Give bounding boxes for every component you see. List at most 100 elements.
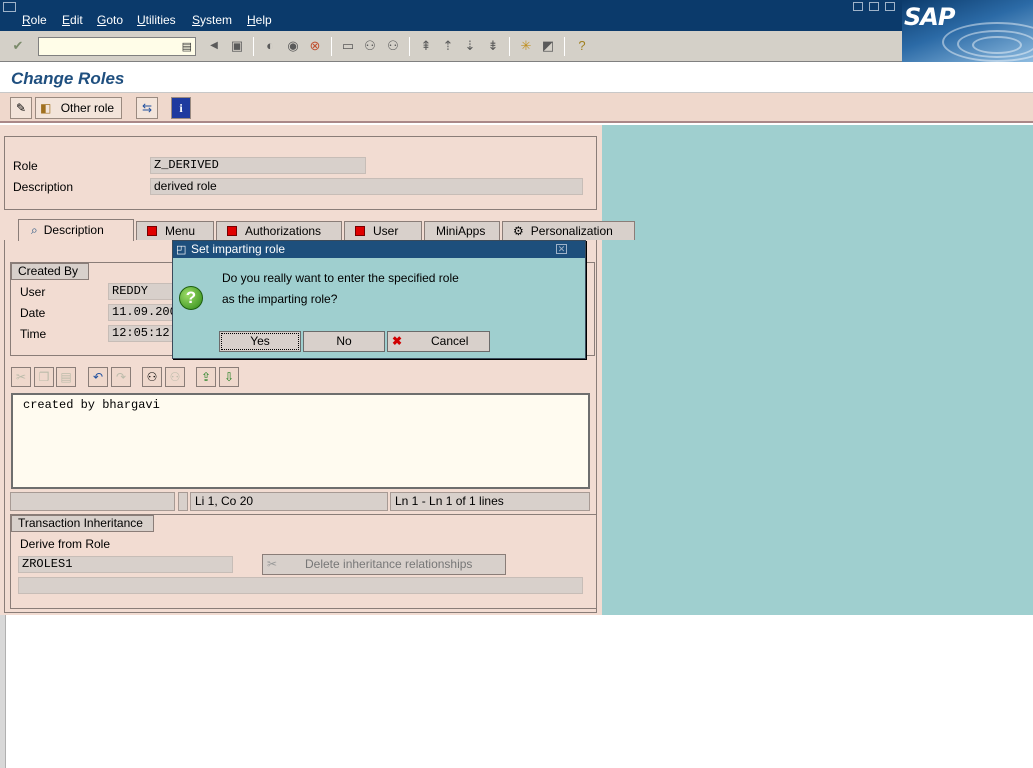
editor-status-sep [178,492,188,511]
left-strip [0,615,6,768]
dialog-message-line1: Do you really want to enter the specifie… [222,271,459,285]
tab-menu[interactable]: Menu [136,221,214,240]
shortcut-icon[interactable]: ◩ [540,38,556,54]
tab-miniapps[interactable]: MiniApps [424,221,500,240]
back-icon[interactable]: ◀ [206,38,222,54]
status-red-icon [227,226,237,236]
sap-logo: SAP [902,0,1033,62]
title-bar: Change Roles [0,62,1033,93]
hierarchy-button[interactable]: ⇆ [136,97,158,119]
menu-system[interactable]: System [192,13,232,27]
no-button[interactable]: No [303,331,385,352]
pencil-glasses-icon: ✎ [15,101,27,115]
redo-icon[interactable]: ↷ [111,367,131,387]
undo-icon[interactable]: ↶ [88,367,108,387]
exit-icon[interactable]: ◉ [285,38,301,54]
previous-page-icon[interactable]: ⇡ [440,38,456,54]
restore-icon[interactable] [869,2,879,11]
no-label: No [336,334,352,348]
description-field[interactable]: derived role [150,178,583,195]
close-window-icon[interactable] [885,2,895,11]
tab-description-label: Description [43,223,104,237]
save-icon[interactable]: ▣ [229,38,245,54]
role-header-box: Role Z_DERIVED Description derived role [4,136,597,210]
other-object-icon: ◧ [40,101,52,115]
transaction-inheritance-label: Transaction Inheritance [11,515,154,532]
tab-description[interactable]: ⌕ Description [18,219,134,241]
dialog-close-icon[interactable]: ✕ [556,244,567,254]
cancel-button[interactable]: ✖ Cancel [387,331,490,352]
application-toolbar: ✎ ◧ Other role ⇆ i [0,93,1033,123]
create-session-icon[interactable]: ✳ [518,38,534,54]
cut-icon[interactable]: ✂ [11,367,31,387]
tab-authorizations-label: Authorizations [245,224,322,238]
date-field[interactable]: 11.09.200 [108,304,178,321]
tab-user[interactable]: User [344,221,422,240]
sap-logo-text: SAP [904,3,955,31]
tab-personalization-label: Personalization [530,224,613,238]
description-label: Description [13,180,74,194]
dialog-window-icon: ◰ [176,244,187,256]
derive-from-role-field[interactable]: ZROLES1 [18,556,233,573]
editor-status-position: Li 1, Co 20 [190,492,388,511]
editor-status-lines: Ln 1 - Ln 1 of 1 lines [390,492,590,511]
text-editor[interactable]: created by bhargavi [11,393,590,489]
yes-label: Yes [250,334,270,348]
dialog-title-bar: ◰ Set imparting role ✕ [173,241,585,258]
cancel-label: Cancel [431,334,469,348]
tab-personalization[interactable]: ⚙ Personalization [502,221,635,240]
derive-from-role-label: Derive from Role [20,537,111,551]
time-field[interactable]: 12:05:12 [108,325,178,342]
menu-utilities[interactable]: Utilities [137,13,176,27]
paste-icon[interactable]: ▤ [56,367,76,387]
system-toolbar: ✔ ▤ ◀ ▣ ◐ ◉ ⊗ ▭ ⚇ ⚇ ⇞ ⇡ ⇣ ⇟ ✳ ◩ ? [0,31,902,62]
menu-help[interactable]: Help [247,13,272,27]
status-red-icon [355,226,365,236]
magnifier-icon: ⌕ [31,223,38,237]
tab-authorizations[interactable]: Authorizations [216,221,342,240]
find-next-text-icon[interactable]: ⚇ [165,367,185,387]
cancel-icon[interactable]: ⊗ [307,38,323,54]
menu-role[interactable]: Role [22,13,47,27]
question-icon: ? [179,286,203,310]
info-button[interactable]: i [171,97,191,119]
minimize-icon[interactable] [853,2,863,11]
tab-menu-label: Menu [165,224,196,238]
last-page-icon[interactable]: ⇟ [485,38,501,54]
find-icon[interactable]: ⚇ [362,38,378,54]
tab-miniapps-label: MiniApps [436,224,486,238]
download-icon[interactable]: ⇩ [219,367,239,387]
print-icon[interactable]: ▭ [340,38,356,54]
dialog-title: Set imparting role [191,242,286,256]
other-role-button[interactable]: ◧ Other role [35,97,122,119]
set-imparting-role-dialog: ◰ Set imparting role ✕ ? Do you really w… [172,240,586,359]
first-page-icon[interactable]: ⇞ [418,38,434,54]
role-label: Role [13,159,38,173]
dropdown-icon[interactable]: ▤ [182,40,192,53]
copy-icon[interactable]: ❐ [34,367,54,387]
editor-text: created by bhargavi [23,398,160,412]
other-role-label: Other role [60,101,115,115]
user-field[interactable]: REDDY [108,283,178,300]
editor-status-empty [10,492,175,511]
yes-button[interactable]: Yes [219,331,301,352]
find-text-icon[interactable]: ⚇ [142,367,162,387]
enter-icon[interactable]: ✔ [10,38,26,54]
previous-icon[interactable]: ◐ [262,38,278,54]
next-page-icon[interactable]: ⇣ [462,38,478,54]
menu-goto[interactable]: Goto [97,13,123,27]
info-icon: i [179,101,183,115]
date-label: Date [20,306,46,320]
role-field[interactable]: Z_DERIVED [150,157,366,174]
delete-inheritance-label: Delete inheritance relationships [305,557,473,571]
created-by-label: Created By [11,263,90,280]
help-icon[interactable]: ? [574,38,590,54]
delete-inheritance-button[interactable]: ✂ Delete inheritance relationships [262,554,506,575]
find-next-icon[interactable]: ⚇ [385,38,401,54]
upload-icon[interactable]: ⇪ [196,367,216,387]
personalization-icon: ⚙ [513,224,524,238]
command-field[interactable]: ▤ [38,37,196,56]
window-icon[interactable] [3,2,16,12]
menu-edit[interactable]: Edit [62,13,83,27]
display-change-button[interactable]: ✎ [10,97,32,119]
